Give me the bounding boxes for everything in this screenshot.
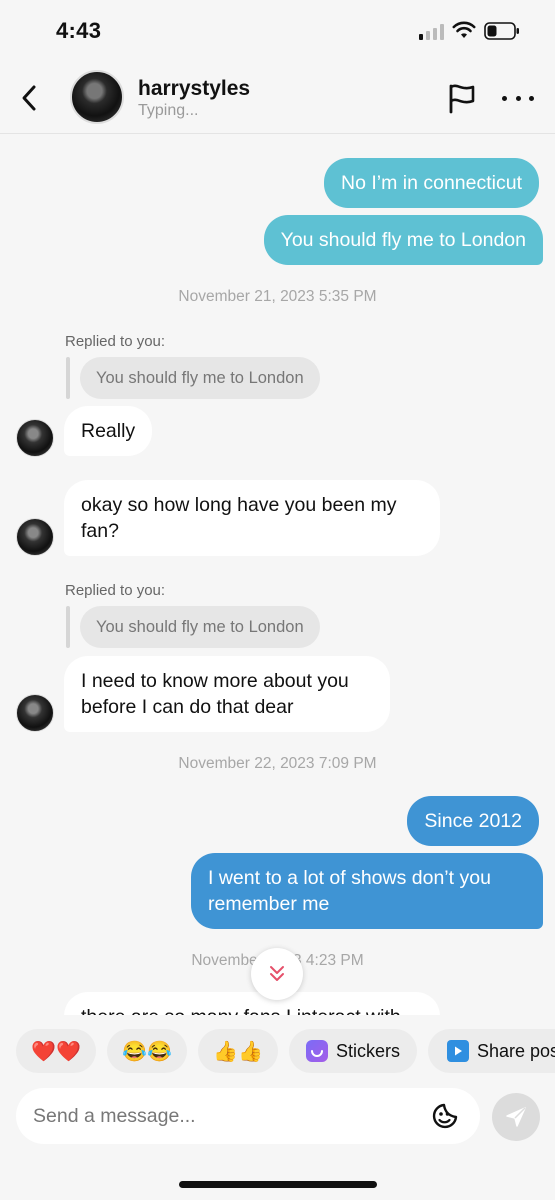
quick-reply-hearts[interactable]: ❤️❤️ (16, 1029, 96, 1073)
stickers-icon (305, 1040, 328, 1062)
message-outgoing[interactable]: You should fly me to London (263, 215, 543, 265)
replied-label: Replied to you: (65, 582, 166, 599)
message-incoming[interactable]: Really (64, 406, 153, 456)
message-outgoing[interactable]: I went to a lot of shows don’t you remem… (191, 853, 543, 929)
typing-status: Typing... (138, 102, 199, 119)
share-post-button[interactable]: Share pos (428, 1029, 555, 1073)
timestamp: November 22, 2023 7:09 PM (178, 755, 377, 772)
send-button[interactable] (492, 1093, 540, 1141)
message-thread[interactable]: No I’m in connecticut You should fly me … (0, 135, 555, 1015)
status-bar: 4:43 (0, 0, 555, 62)
quick-replies: ❤️❤️ 😂😂 👍👍 Stickers Share pos (0, 1029, 555, 1075)
flag-icon[interactable] (446, 82, 478, 114)
reply-quote[interactable]: You should fly me to London (80, 606, 320, 648)
quick-reply-laughing[interactable]: 😂😂 (107, 1029, 187, 1073)
home-indicator (179, 1181, 377, 1188)
chat-header: harrystyles Typing... (0, 62, 555, 134)
sender-avatar[interactable] (16, 518, 54, 556)
chevron-left-icon (22, 85, 36, 111)
back-button[interactable] (14, 80, 44, 116)
contact-avatar[interactable] (70, 70, 124, 124)
message-outgoing[interactable]: No I’m in connecticut (324, 158, 539, 208)
share-post-icon (446, 1040, 469, 1062)
scroll-to-bottom-button[interactable] (251, 948, 303, 1000)
status-time: 4:43 (56, 18, 102, 43)
more-horizontal-icon (502, 95, 507, 101)
sender-avatar[interactable] (16, 419, 54, 457)
sender-avatar[interactable] (16, 694, 54, 732)
replied-label: Replied to you: (65, 333, 166, 350)
contact-username[interactable]: harrystyles (138, 77, 250, 101)
stickers-button[interactable]: Stickers (289, 1029, 417, 1073)
message-incoming[interactable]: there are so many fans I interact with (64, 992, 440, 1015)
message-incoming[interactable]: I need to know more about you before I c… (64, 656, 390, 732)
message-outgoing[interactable]: Since 2012 (407, 796, 539, 846)
message-incoming[interactable]: okay so how long have you been my fan? (64, 480, 440, 556)
sticker-face-icon[interactable] (430, 1101, 460, 1131)
message-input[interactable] (33, 1088, 413, 1144)
battery-icon (484, 22, 519, 40)
wifi-icon (452, 21, 476, 38)
reply-bar (66, 606, 70, 648)
more-options-button[interactable] (502, 88, 534, 108)
timestamp: November 21, 2023 5:35 PM (178, 288, 377, 305)
cellular-signal-icon (419, 24, 444, 40)
reply-quote[interactable]: You should fly me to London (80, 357, 320, 399)
message-composer (16, 1088, 480, 1144)
send-icon (506, 1107, 526, 1127)
quick-reply-thumbs-up[interactable]: 👍👍 (198, 1029, 278, 1073)
reply-bar (66, 357, 70, 399)
double-chevron-down-icon (270, 966, 284, 981)
